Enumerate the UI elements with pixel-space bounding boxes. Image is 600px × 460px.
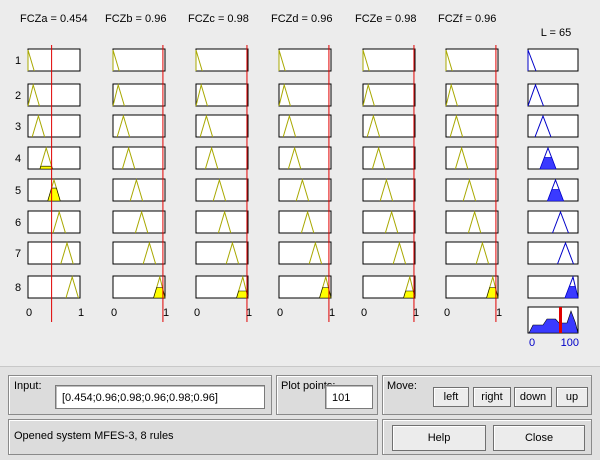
input-header-fczd: FCZd = 0.96 <box>271 13 332 25</box>
mf-activation-fill <box>39 165 53 170</box>
input-header-fczc: FCZc = 0.98 <box>188 13 249 25</box>
control-bar: Input: [0.454;0.96;0.98;0.96;0.98;0.96] … <box>0 366 600 460</box>
mf-plot[interactable] <box>362 146 416 170</box>
axis-min-label: 0 <box>277 307 283 319</box>
mf-plot[interactable] <box>445 241 499 265</box>
move-left-button[interactable]: left <box>433 387 469 407</box>
mf-plot[interactable] <box>27 146 81 170</box>
output-mf-plot[interactable] <box>527 114 579 138</box>
help-close-panel: Help Close <box>382 419 592 455</box>
mf-plot[interactable] <box>278 241 332 265</box>
mf-plot[interactable] <box>27 275 81 299</box>
mf-plot[interactable] <box>278 48 332 72</box>
status-text: Opened system MFES-3, 8 rules <box>14 430 174 442</box>
mf-activation-fill <box>236 290 249 299</box>
mf-plot[interactable] <box>195 48 249 72</box>
mf-plot[interactable] <box>362 241 416 265</box>
output-mf-plot[interactable] <box>527 48 579 72</box>
mf-plot[interactable] <box>112 146 166 170</box>
axis-max-label: 1 <box>496 307 502 319</box>
axis-min-label: 0 <box>444 307 450 319</box>
move-down-button[interactable]: down <box>514 387 552 407</box>
axis-min-label: 0 <box>361 307 367 319</box>
mf-plot[interactable] <box>445 48 499 72</box>
mf-plot[interactable] <box>112 241 166 265</box>
move-label: Move: <box>387 380 417 392</box>
input-header-fcze: FCZe = 0.98 <box>355 13 416 25</box>
mf-plot[interactable] <box>278 146 332 170</box>
axis-min-label: 0 <box>111 307 117 319</box>
rule-number-1: 1 <box>15 55 21 67</box>
mf-activation-fill <box>403 290 416 299</box>
output-axis-min-label: 0 <box>529 337 535 349</box>
status-panel: Opened system MFES-3, 8 rules <box>8 419 378 455</box>
rule-number-7: 7 <box>15 248 21 260</box>
output-mf-plot[interactable] <box>527 210 579 234</box>
rule-number-3: 3 <box>15 121 21 133</box>
input-header-fczf: FCZf = 0.96 <box>438 13 496 25</box>
rule-number-5: 5 <box>15 185 21 197</box>
move-up-button[interactable]: up <box>556 387 588 407</box>
input-header-fcza: FCZa = 0.454 <box>20 13 88 25</box>
plot-points-panel: Plot points: 101 <box>276 375 378 415</box>
output-header: L = 65 <box>541 27 571 39</box>
mf-plot[interactable] <box>27 48 81 72</box>
output-mf-plot[interactable] <box>527 83 579 107</box>
output-axis-max-label: 100 <box>561 337 579 349</box>
input-label: Input: <box>14 380 42 392</box>
move-right-button[interactable]: right <box>473 387 511 407</box>
mf-plot[interactable] <box>195 241 249 265</box>
help-button[interactable]: Help <box>392 425 486 451</box>
rule-number-4: 4 <box>15 153 21 165</box>
axis-max-label: 1 <box>413 307 419 319</box>
move-panel: Move: left right down up <box>382 375 592 415</box>
rule-number-8: 8 <box>15 282 21 294</box>
rule-viewer-plot[interactable]: FCZa = 0.454 FCZb = 0.96 FCZc = 0.98 FCZd =… <box>0 0 600 366</box>
axis-max-label: 1 <box>329 307 335 319</box>
mf-plot[interactable] <box>112 48 166 72</box>
input-panel: Input: [0.454;0.96;0.98;0.96;0.98;0.96] <box>8 375 272 415</box>
input-header-fczb: FCZb = 0.96 <box>105 13 166 25</box>
output-mf-plot[interactable] <box>527 241 579 265</box>
input-vector-field[interactable]: [0.454;0.96;0.98;0.96;0.98;0.96] <box>55 385 265 409</box>
mf-plot[interactable] <box>362 48 416 72</box>
axis-min-label: 0 <box>194 307 200 319</box>
plot-points-field[interactable]: 101 <box>325 385 373 409</box>
close-button[interactable]: Close <box>493 425 585 451</box>
axis-max-label: 1 <box>163 307 169 319</box>
axis-max-label: 1 <box>78 307 84 319</box>
axis-max-label: 1 <box>246 307 252 319</box>
mf-plot[interactable] <box>445 146 499 170</box>
mf-plot[interactable] <box>195 146 249 170</box>
rule-number-6: 6 <box>15 217 21 229</box>
axis-min-label: 0 <box>26 307 32 319</box>
rule-number-2: 2 <box>15 90 21 102</box>
